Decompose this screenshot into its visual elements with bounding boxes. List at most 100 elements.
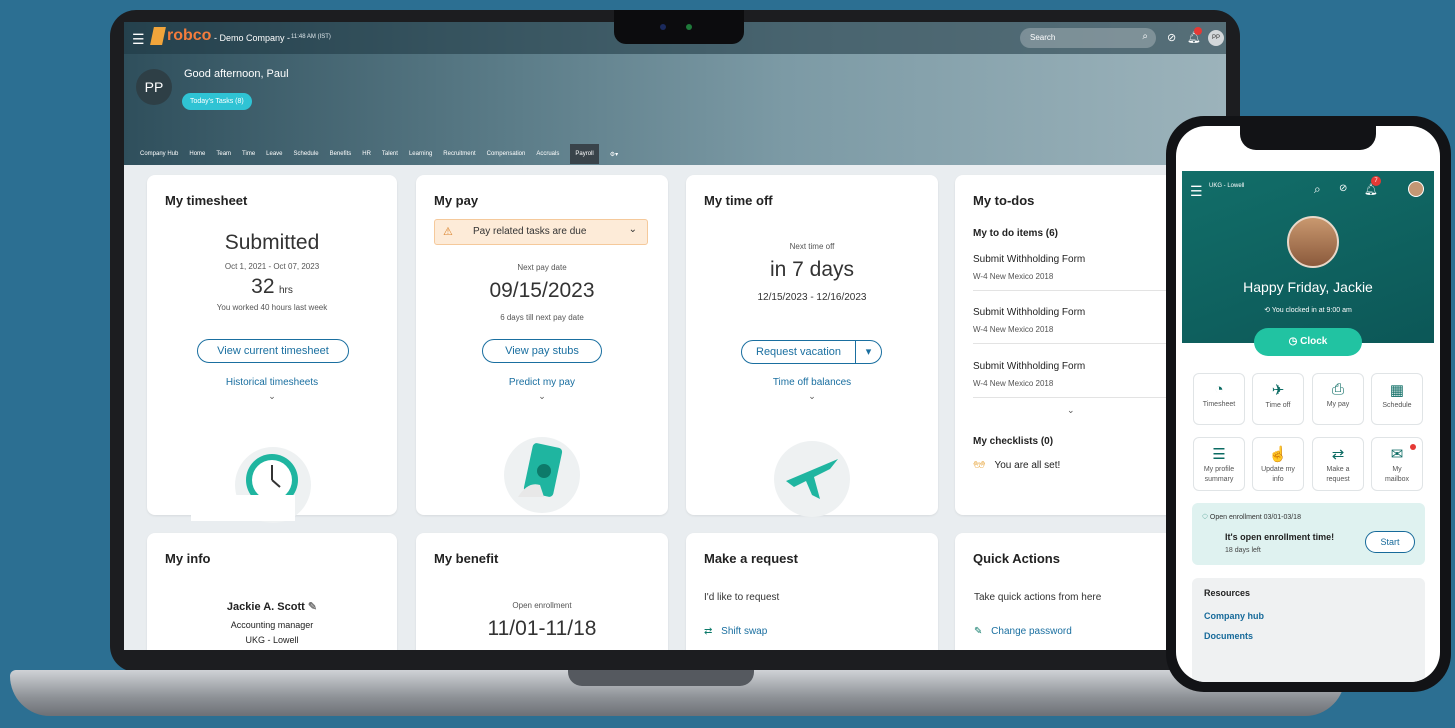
shift-swap-link[interactable]: ⇄ Shift swap [704, 626, 767, 637]
checklists-title: My checklists (0) [973, 436, 1054, 447]
timesheet-card: My timesheet Submitted Oct 1, 2021 - Oct… [147, 175, 397, 523]
tile-profile-summary[interactable]: ☰ My profile summary [1193, 437, 1245, 491]
nav-home[interactable]: Home [189, 151, 205, 157]
change-password-link[interactable]: ✎ Change password [974, 626, 1072, 637]
todays-tasks-button[interactable]: Today's Tasks (8) [182, 93, 252, 110]
tile-update-info[interactable]: ☝ Update my info [1252, 437, 1304, 491]
profile-edit-icon[interactable]: ✎ [308, 601, 317, 613]
next-pay-label: Next pay date [517, 263, 567, 272]
phone-notch [1240, 126, 1376, 150]
benefit-label: Open enrollment [512, 601, 572, 610]
phone-menu-icon[interactable]: ☰ [1190, 183, 1203, 200]
historical-timesheets-link[interactable]: Historical timesheets [147, 377, 397, 388]
notification-badge [1194, 27, 1202, 35]
card-title: Make a request [704, 551, 798, 566]
todo-item[interactable]: Submit Withholding Form W-4 New Mexico 2… [973, 307, 1173, 334]
profile-name: Jackie A. Scott ✎ [226, 601, 318, 613]
request-vacation-button[interactable]: Request vacation ▾ [741, 340, 882, 364]
tile-my-pay[interactable]: ⎙ My pay [1312, 373, 1364, 425]
apple-icon: ◌ [1202, 511, 1208, 522]
nav-company-hub[interactable]: Company Hub [140, 151, 178, 157]
hand-icon: ☝ [1268, 446, 1288, 463]
card-title: My timesheet [165, 193, 248, 208]
celebrate-icon: 👐︎ [973, 460, 986, 471]
swap-icon: ⇄ [704, 626, 713, 637]
swap-icon: ⇄ [1331, 446, 1345, 463]
documents-link[interactable]: Documents [1204, 631, 1253, 641]
phone-search-icon[interactable]: ⌕ [1314, 182, 1321, 197]
laptop-screen: ☰ robco - Demo Company - 11:48 AM (IST) … [124, 22, 1226, 650]
timeoff-range: 12/15/2023 - 12/16/2023 [757, 292, 867, 303]
chevron-down-icon[interactable]: ⌄ [1067, 405, 1075, 416]
nav-payroll[interactable]: Payroll [570, 144, 599, 164]
nav-leave[interactable]: Leave [266, 151, 282, 157]
laptop-camera-notch [614, 10, 744, 44]
nav-accruals[interactable]: Accruals [536, 151, 559, 157]
phone-greeting: Happy Friday, Jackie [1243, 279, 1373, 295]
phone-clock-button[interactable]: ◷ Clock [1254, 328, 1362, 356]
card-title: My time off [704, 193, 773, 208]
phone-notification-badge: 7 [1371, 176, 1381, 186]
todo-item[interactable]: Submit Withholding Form W-4 New Mexico 2… [973, 361, 1173, 388]
card-title: Quick Actions [973, 551, 1060, 566]
plane-illustration-icon [786, 459, 838, 499]
phone-help-icon[interactable]: ⊘ [1339, 183, 1347, 194]
card-title: My to-dos [973, 193, 1035, 208]
laptop-base-notch [568, 670, 754, 686]
dropdown-caret-icon[interactable]: ▾ [855, 341, 881, 363]
tile-schedule[interactable]: ▦ Schedule [1371, 373, 1423, 425]
profile-icon: ☰ [1212, 446, 1226, 463]
nav-learning[interactable]: Learning [409, 151, 432, 157]
nav-time[interactable]: Time [242, 151, 255, 157]
card-title: My benefit [434, 551, 499, 566]
enroll-dates: ◌ Open enrollment 03/01-03/18 [1202, 511, 1301, 522]
tile-timesheet[interactable]: ◔ Timesheet [1193, 373, 1245, 425]
nav-compensation[interactable]: Compensation [487, 151, 526, 157]
phone-header-avatar[interactable] [1408, 181, 1424, 197]
nav-recruitment[interactable]: Recruitment [443, 151, 475, 157]
timesheet-note: You worked 40 hours last week [216, 303, 328, 312]
view-timesheet-button[interactable]: View current timesheet [197, 339, 349, 363]
chevron-down-icon[interactable]: ⌄ [686, 391, 938, 402]
phone-profile-avatar [1287, 216, 1339, 268]
divider [973, 397, 1173, 398]
next-timeoff-label: Next time off [789, 242, 835, 251]
greeting: Good afternoon, Paul [184, 68, 289, 80]
todo-item[interactable]: Submit Withholding Form W-4 New Mexico 2… [973, 254, 1173, 281]
request-card: Make a request I'd like to request ⇄ Shi… [686, 533, 938, 650]
nav-schedule[interactable]: Schedule [294, 151, 319, 157]
timesheet-status: Submitted [224, 231, 320, 254]
pay-icon: ⎙ [1331, 381, 1344, 398]
search-input[interactable]: Search ⌕ [1020, 28, 1156, 48]
phone-screen: ☰ UKG - Lowell ⌕ ⊘ 🔔︎ 7 Happy Friday, Ja… [1176, 126, 1440, 682]
lock-icon: ✎ [974, 626, 983, 637]
nav-benefits[interactable]: Benefits [330, 151, 352, 157]
chevron-down-icon[interactable]: ⌄ [416, 391, 668, 402]
next-pay-date: 09/15/2023 [489, 279, 595, 302]
timesheet-icon: ◔ [1214, 381, 1224, 398]
tile-mailbox[interactable]: ✉ My mailbox [1371, 437, 1423, 491]
view-pay-stubs-button[interactable]: View pay stubs [482, 339, 602, 363]
white-overlay [191, 495, 295, 521]
company-logo: robco [150, 27, 211, 45]
tile-time-off[interactable]: ✈ Time off [1252, 373, 1304, 425]
chevron-down-icon[interactable]: ⌄ [147, 391, 397, 402]
predict-pay-link[interactable]: Predict my pay [416, 377, 668, 388]
timesheet-range: Oct 1, 2021 - Oct 07, 2023 [224, 262, 320, 271]
help-icon[interactable]: ⊘ [1167, 31, 1176, 44]
settings-icon[interactable]: ⚙▾ [610, 151, 618, 158]
pay-alert[interactable]: ⚠ Pay related tasks are due ⌄ [434, 219, 648, 245]
header-avatar[interactable]: PP [1208, 30, 1224, 46]
timesheet-hours: 32 hrs [251, 275, 293, 298]
company-hub-link[interactable]: Company hub [1204, 611, 1264, 621]
todos-card: My to-dos My to do items (6) Submit With… [955, 175, 1195, 515]
phone-clocked-status: ⟲ You clocked in at 9:00 am [1264, 307, 1352, 314]
card-title: My info [165, 551, 211, 566]
nav-team[interactable]: Team [216, 151, 231, 157]
enroll-start-button[interactable]: Start [1365, 531, 1415, 553]
nav-talent[interactable]: Talent [382, 151, 398, 157]
tile-make-request[interactable]: ⇄ Make a request [1312, 437, 1364, 491]
nav-hr[interactable]: HR [362, 151, 371, 157]
time-off-balances-link[interactable]: Time off balances [686, 377, 938, 388]
menu-icon[interactable]: ☰ [132, 31, 145, 48]
